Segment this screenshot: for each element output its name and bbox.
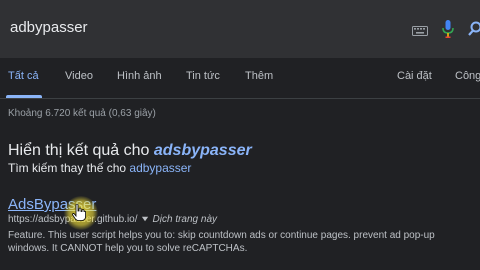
result-stats: Khoảng 6.720 kết quả (0,63 giây)	[8, 108, 156, 119]
search-bar: adbypasser	[0, 0, 480, 58]
mic-icon[interactable]	[442, 20, 454, 38]
search-icon[interactable]	[468, 21, 480, 37]
tab-news[interactable]: Tin tức	[186, 70, 220, 82]
search-input[interactable]: adbypasser	[10, 19, 88, 36]
chevron-down-icon[interactable]	[141, 216, 149, 222]
tools-link[interactable]: Công	[455, 70, 480, 82]
active-tab-indicator	[6, 95, 42, 98]
original-query-link[interactable]: adbypasser	[129, 161, 191, 175]
tab-images[interactable]: Hình ảnh	[117, 70, 162, 82]
hand-cursor-icon	[72, 204, 86, 221]
search-instead-label: Tìm kiếm thay thế cho	[8, 161, 130, 175]
search-tabs: Tất cả Video Hình ảnh Tin tức Thêm Cài đ…	[0, 58, 480, 99]
result-snippet: Feature. This user script helps you to: …	[8, 230, 435, 254]
keyboard-icon[interactable]	[412, 26, 428, 36]
search-instead: Tìm kiếm thay thế cho adbypasser	[8, 161, 191, 175]
tab-video[interactable]: Video	[65, 70, 93, 82]
corrected-query-link[interactable]: adsbypasser	[154, 142, 252, 159]
result-url-line: https://adsbypasser.github.io/Dịch trang…	[8, 214, 217, 225]
spelling-correction: Hiển thị kết quả cho adsbypasser	[8, 142, 252, 160]
translate-link[interactable]: Dịch trang này	[153, 214, 217, 225]
tab-more[interactable]: Thêm	[245, 70, 273, 82]
showing-results-label: Hiển thị kết quả cho	[8, 142, 154, 159]
tab-all[interactable]: Tất cả	[8, 70, 39, 82]
settings-link[interactable]: Cài đặt	[397, 70, 432, 82]
